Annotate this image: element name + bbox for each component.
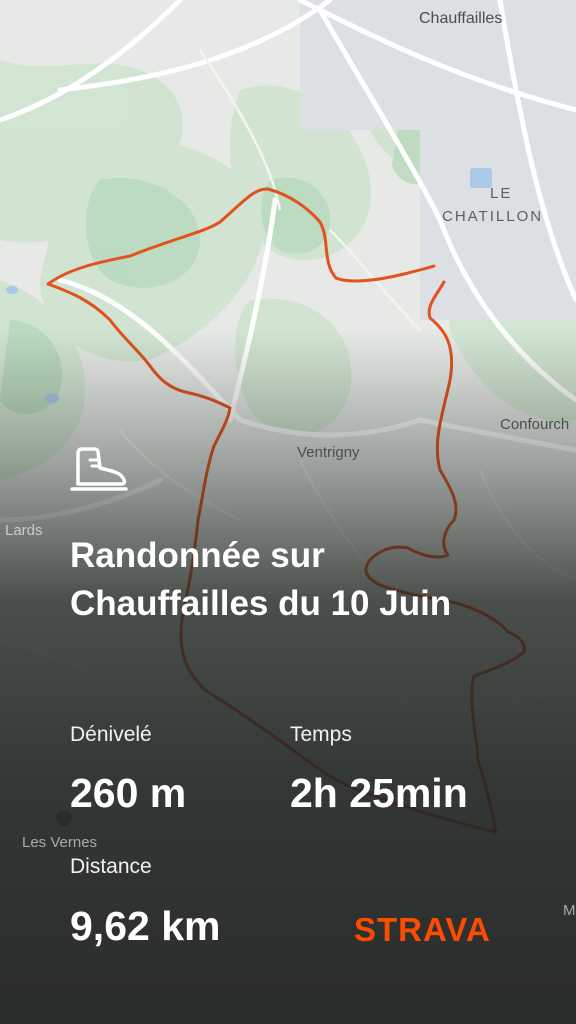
map-label-les-vernes: Les Vernes [22, 834, 98, 851]
distance-value: 9,62 km [70, 903, 221, 949]
distance-label: Distance [70, 855, 152, 878]
elevation-label: Dénivelé [70, 723, 152, 746]
time-label: Temps [290, 723, 352, 746]
map-label-ventrigny: Ventrigny [297, 444, 360, 461]
time-value: 2h 25min [290, 770, 468, 816]
map-label-m: M [563, 902, 576, 919]
elevation-value: 260 m [70, 770, 187, 816]
map-label-lards: Lards [5, 522, 43, 539]
strava-logo: STRAVA [354, 911, 491, 948]
map-label-confourch: Confourch [500, 416, 570, 433]
strava-wordmark: STRAVA [354, 911, 491, 948]
map-label-chauffailles: Chauffailles [419, 10, 503, 27]
hiking-boot-icon [70, 447, 128, 491]
map-label-le: LE [490, 185, 513, 202]
map-label-chatillon: CHATILLON [442, 208, 544, 225]
activity-title: Randonnée sur Chauffailles du 10 Juin [70, 536, 452, 623]
